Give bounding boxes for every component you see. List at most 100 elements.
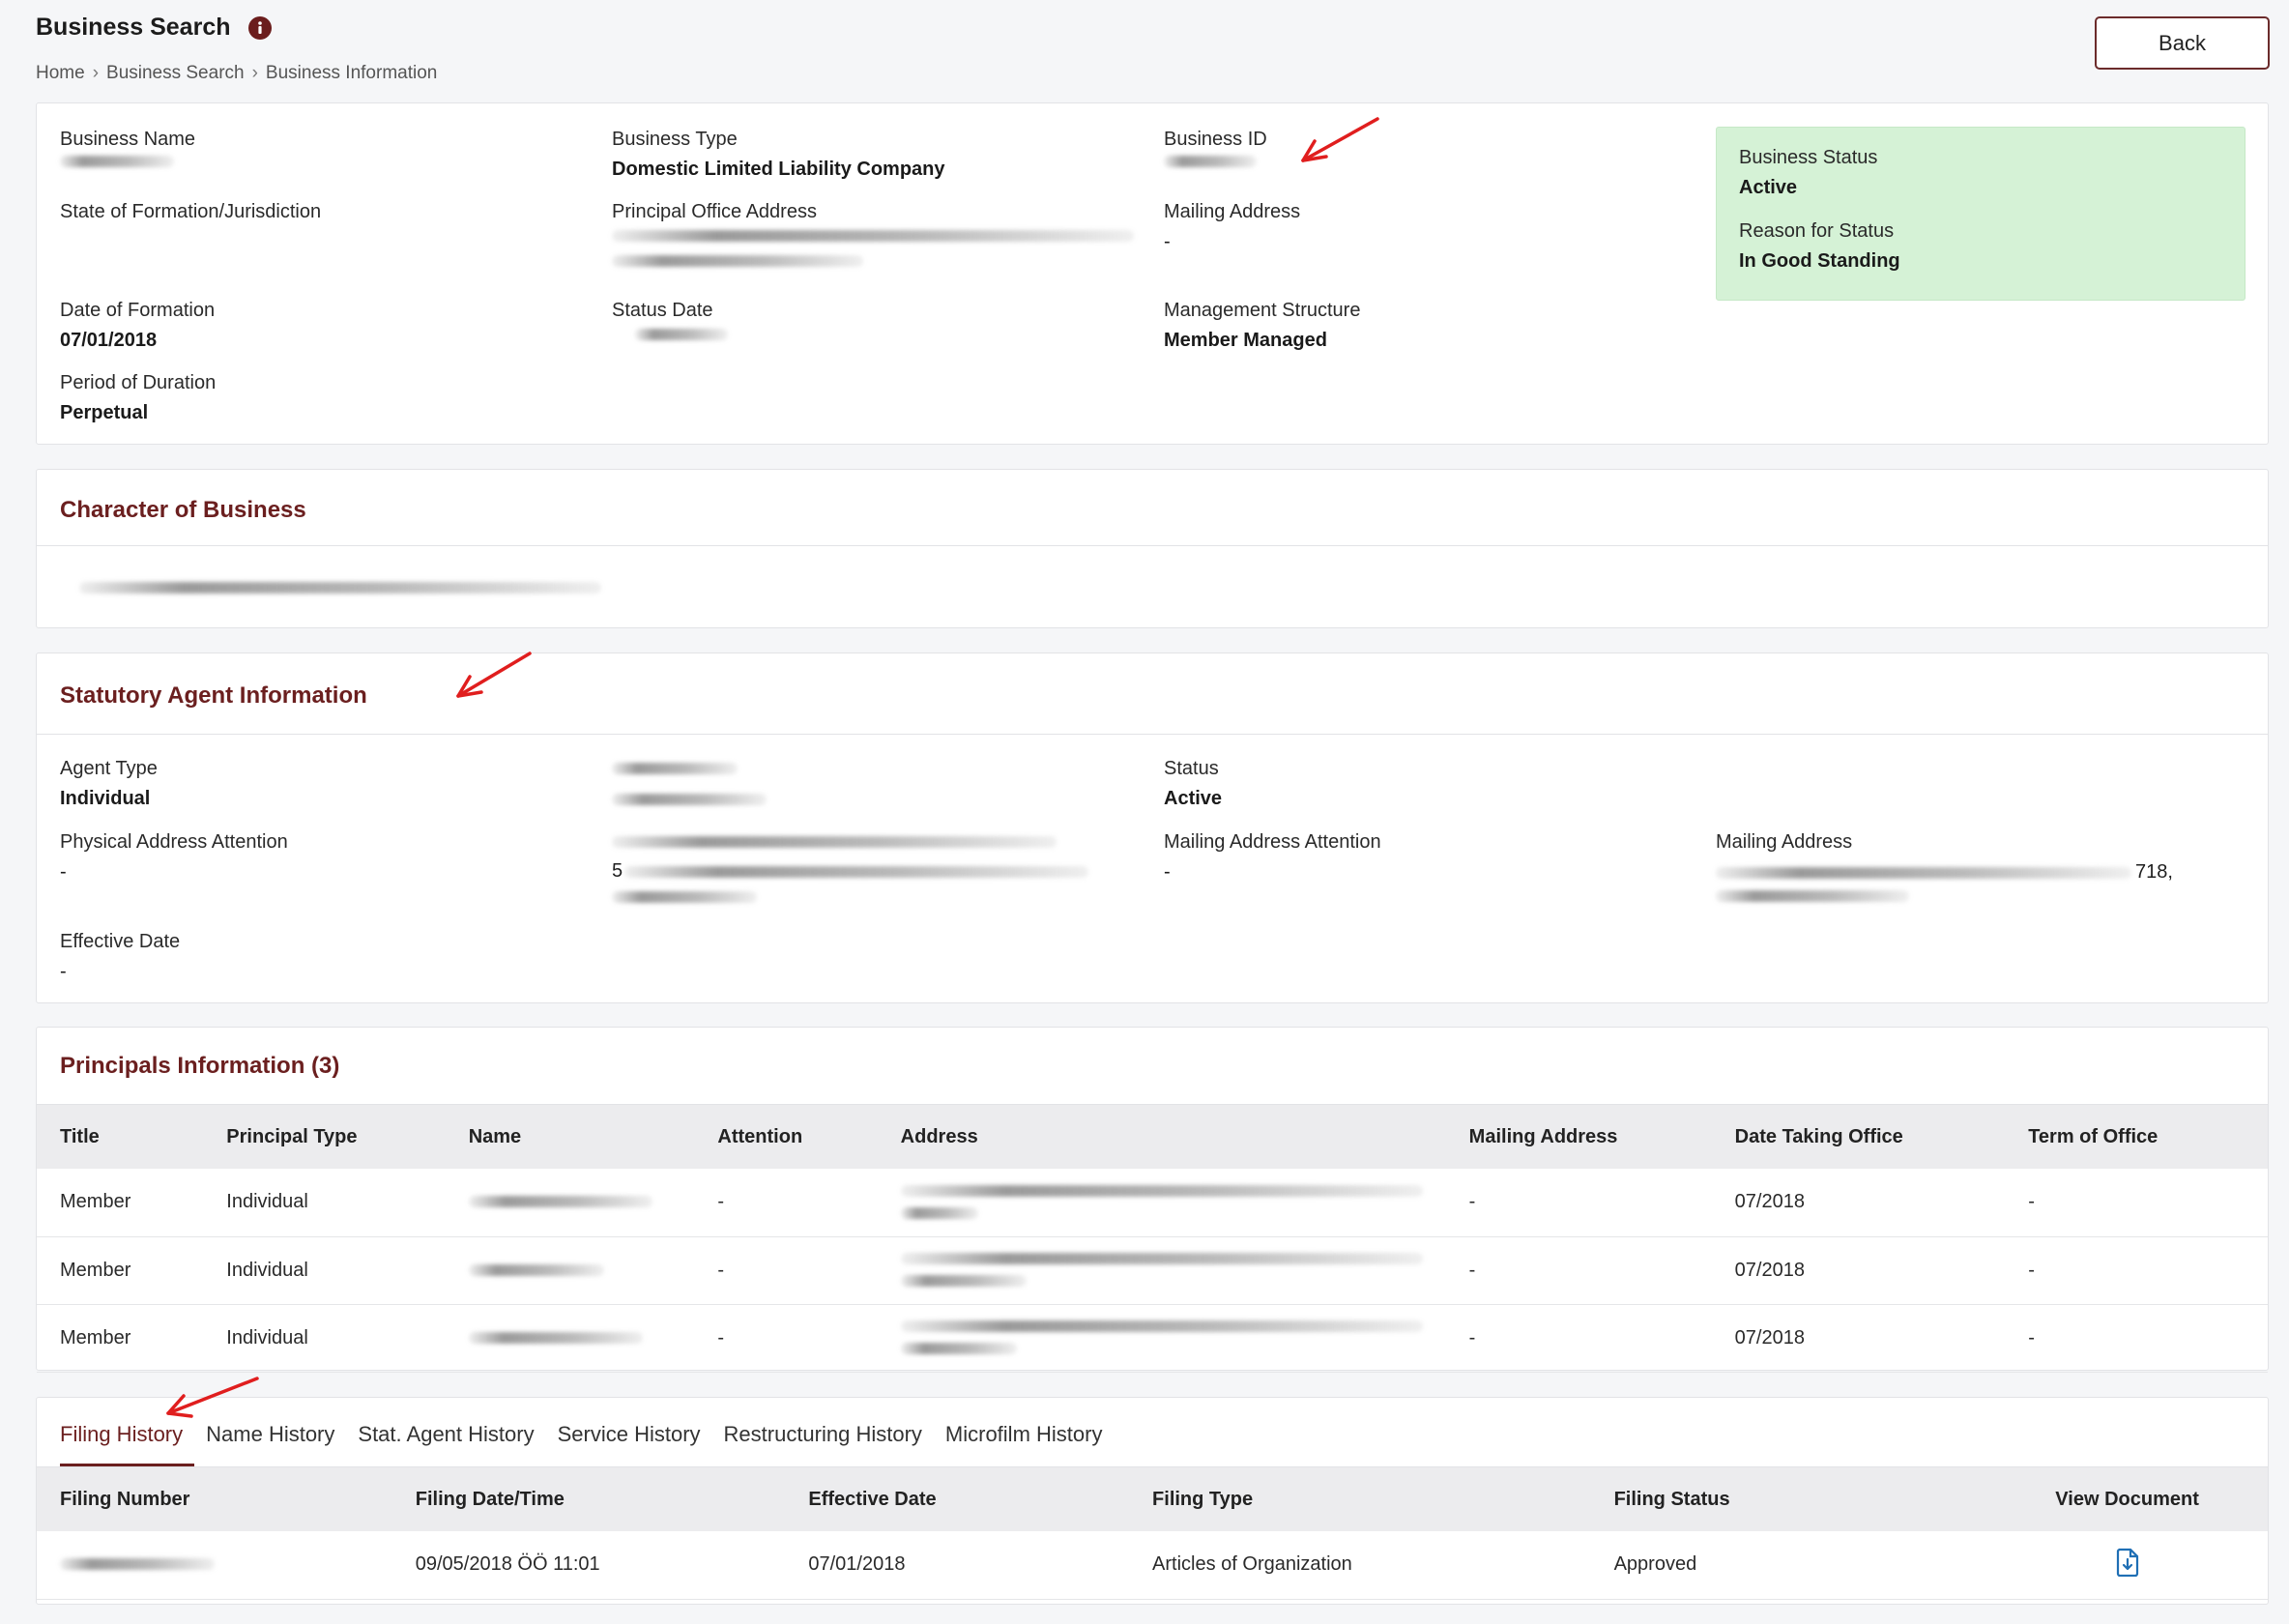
redacted-text xyxy=(612,255,863,267)
business-type-label: Business Type xyxy=(612,129,738,150)
physical-address-field: 5 xyxy=(612,835,1089,908)
breadcrumb-home[interactable]: Home xyxy=(36,63,85,84)
agent-mailing-address-line1: 718, xyxy=(1716,861,2173,884)
business-name-value xyxy=(60,155,195,172)
mailing-address-field: Mailing Address - xyxy=(1164,201,1300,253)
filing-date-time: 09/05/2018 ÖÖ 11:01 xyxy=(391,1531,786,1600)
agent-name-field xyxy=(612,762,767,810)
agent-status-value: Active xyxy=(1164,788,1223,809)
column-header[interactable]: Date Taking Office xyxy=(1711,1105,2006,1169)
info-icon[interactable] xyxy=(247,15,272,40)
column-header[interactable]: Mailing Address xyxy=(1445,1105,1712,1169)
tab-microfilm-history[interactable]: Microfilm History xyxy=(934,1422,1115,1466)
history-tabs: Filing History Name History Stat. Agent … xyxy=(37,1398,2268,1467)
filing-header-row: Filing Number Filing Date/Time Effective… xyxy=(37,1467,2268,1531)
principals-table: Title Principal Type Name Attention Addr… xyxy=(37,1105,2268,1373)
back-button[interactable]: Back xyxy=(2095,16,2270,70)
agent-type-field: Agent Type Individual xyxy=(60,758,158,810)
principal-name xyxy=(445,1304,695,1373)
column-header[interactable]: Filing Status xyxy=(1590,1467,1987,1531)
effective-date-value: - xyxy=(60,961,67,982)
tab-stat-agent-history[interactable]: Stat. Agent History xyxy=(346,1422,545,1466)
principal-office-value-line2 xyxy=(612,254,1134,272)
principal-address xyxy=(877,1304,1446,1373)
principal-attention: - xyxy=(694,1169,878,1237)
redacted-text xyxy=(1164,156,1257,167)
business-type-value: Domestic Limited Liability Company xyxy=(612,159,945,180)
principal-attention: - xyxy=(694,1236,878,1305)
column-header[interactable]: Filing Date/Time xyxy=(391,1467,786,1531)
column-header[interactable]: Effective Date xyxy=(785,1467,1130,1531)
principal-type: Individual xyxy=(203,1169,446,1237)
state-formation-field: State of Formation/Jurisdiction xyxy=(60,201,321,223)
redacted-text xyxy=(624,865,1089,878)
column-header[interactable]: Filing Type xyxy=(1129,1467,1591,1531)
column-header[interactable]: Title xyxy=(37,1105,204,1169)
physical-address-partial: 5 xyxy=(612,860,623,882)
principal-mailing: - xyxy=(1445,1304,1712,1373)
management-structure-field: Management Structure Member Managed xyxy=(1164,300,1360,352)
physical-attention-field: Physical Address Attention - xyxy=(60,831,288,884)
principals-card: Principals Information (3) Title Princip… xyxy=(36,1027,2269,1373)
period-duration-value: Perpetual xyxy=(60,402,149,423)
agent-name-value-line2 xyxy=(612,793,767,810)
column-header[interactable]: Filing Number xyxy=(37,1467,392,1531)
redacted-text xyxy=(635,329,728,340)
page-title: Business Search xyxy=(36,14,231,41)
principal-date: 07/2018 xyxy=(1711,1304,2006,1373)
agent-status-label: Status xyxy=(1164,758,1219,779)
filing-history-table: Filing Number Filing Date/Time Effective… xyxy=(37,1467,2268,1600)
column-header[interactable]: Principal Type xyxy=(203,1105,446,1169)
character-business-body xyxy=(37,546,2268,633)
business-status-box: Business Status Active Reason for Status… xyxy=(1716,127,2246,301)
redacted-text xyxy=(900,1206,978,1219)
column-header[interactable]: Name xyxy=(445,1105,695,1169)
redacted-text xyxy=(612,836,1057,848)
agent-mailing-address-label: Mailing Address xyxy=(1716,831,1853,853)
principal-term: - xyxy=(2005,1236,2268,1305)
chevron-right-icon: › xyxy=(251,63,258,83)
mailing-address-label: Mailing Address xyxy=(1164,201,1301,222)
principal-address xyxy=(877,1236,1446,1305)
redacted-text xyxy=(900,1343,1017,1354)
view-document-cell xyxy=(1986,1531,2268,1600)
agent-type-value: Individual xyxy=(60,788,151,809)
date-formation-field: Date of Formation 07/01/2018 xyxy=(60,300,215,352)
download-document-icon[interactable] xyxy=(2114,1548,2141,1577)
period-duration-field: Period of Duration Perpetual xyxy=(60,372,216,424)
state-formation-label: State of Formation/Jurisdiction xyxy=(60,201,322,222)
statutory-agent-header: Statutory Agent Information xyxy=(37,653,2268,735)
principal-date: 07/2018 xyxy=(1711,1236,2006,1305)
table-row: Member Individual - - 07/2018 - xyxy=(37,1304,2268,1373)
tab-filing-history[interactable]: Filing History xyxy=(60,1422,195,1466)
redacted-text xyxy=(612,794,767,805)
column-header[interactable]: Address xyxy=(877,1105,1446,1169)
tab-name-history[interactable]: Name History xyxy=(194,1422,346,1466)
agent-mailing-address-partial: 718, xyxy=(2135,861,2173,883)
management-structure-value: Member Managed xyxy=(1164,330,1327,351)
breadcrumb-business-information: Business Information xyxy=(265,63,438,83)
effective-date-label: Effective Date xyxy=(60,931,181,952)
column-header[interactable]: Term of Office xyxy=(2005,1105,2268,1169)
redacted-text xyxy=(60,156,174,167)
business-id-value xyxy=(1164,155,1267,172)
principal-type: Individual xyxy=(203,1236,446,1305)
management-structure-label: Management Structure xyxy=(1164,300,1361,321)
principal-address xyxy=(877,1169,1446,1237)
agent-name-value xyxy=(612,762,767,779)
principal-attention: - xyxy=(694,1304,878,1373)
period-duration-label: Period of Duration xyxy=(60,372,217,393)
column-header[interactable]: View Document xyxy=(1986,1467,2268,1531)
business-name-label: Business Name xyxy=(60,129,196,150)
column-header[interactable]: Attention xyxy=(694,1105,878,1169)
tab-service-history[interactable]: Service History xyxy=(546,1422,712,1466)
principal-term: - xyxy=(2005,1304,2268,1373)
tab-restructuring-history[interactable]: Restructuring History xyxy=(712,1422,934,1466)
agent-status-field: Status Active xyxy=(1164,758,1222,810)
business-id-field: Business ID xyxy=(1164,129,1267,172)
redacted-text xyxy=(900,1275,1027,1287)
principal-office-field: Principal Office Address xyxy=(612,201,1134,272)
breadcrumb-business-search[interactable]: Business Search xyxy=(106,63,245,84)
principals-title: Principals Information (3) xyxy=(60,1053,340,1079)
principal-date: 07/2018 xyxy=(1711,1169,2006,1237)
